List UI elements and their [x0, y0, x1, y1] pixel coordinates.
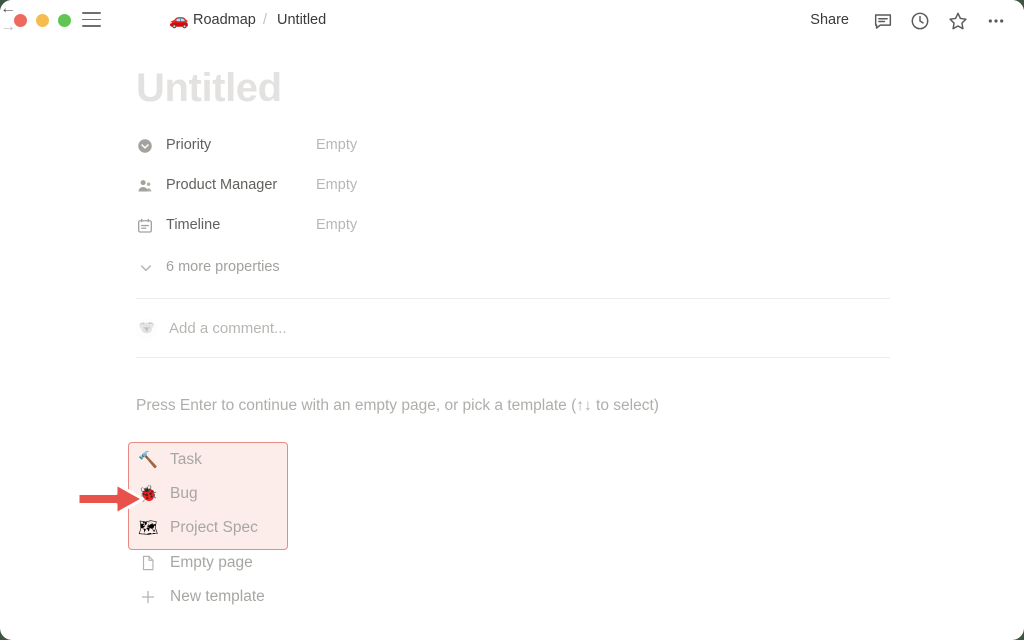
window-maximize-button[interactable]	[58, 14, 71, 27]
clock-history-icon[interactable]	[909, 10, 931, 32]
app-window: ← → 🚗 Roadmap / Untitled Share Untitled …	[0, 0, 1024, 640]
property-value[interactable]: Empty	[316, 137, 357, 153]
breadcrumb-separator: /	[263, 12, 268, 28]
chevron-down-icon	[138, 260, 154, 276]
template-item-label: Bug	[170, 485, 198, 502]
arrow-right-icon[interactable]: →	[0, 18, 1024, 36]
star-icon[interactable]	[947, 10, 969, 32]
person-property-icon	[136, 177, 154, 195]
property-value[interactable]: Empty	[316, 177, 357, 193]
hamburger-menu-icon[interactable]	[82, 12, 101, 28]
window-minimize-button[interactable]	[36, 14, 49, 27]
property-value[interactable]: Empty	[316, 217, 357, 233]
template-hint-text: Press Enter to continue with an empty pa…	[136, 397, 659, 414]
comment-input-placeholder[interactable]: Add a comment...	[169, 320, 287, 337]
comment-bubble-icon[interactable]	[872, 10, 894, 32]
arrow-left-icon[interactable]: ←	[0, 0, 1024, 18]
breadcrumb-page-link[interactable]: Untitled	[277, 12, 326, 28]
date-property-icon	[136, 217, 154, 235]
property-label: Timeline	[166, 217, 221, 233]
template-item-label: New template	[170, 588, 265, 605]
share-button[interactable]: Share	[810, 12, 849, 28]
property-label: Product Manager	[166, 177, 278, 193]
page-title[interactable]: Untitled	[136, 66, 282, 111]
divider-above-comments	[136, 298, 890, 299]
template-item-label: Task	[170, 451, 202, 468]
breadcrumb-database-link[interactable]: Roadmap	[193, 12, 256, 28]
world-map-icon: 🗺	[138, 518, 159, 537]
divider-below-comments	[136, 357, 890, 358]
more-properties-label: 6 more properties	[166, 259, 280, 275]
page-icon	[139, 554, 157, 572]
property-label: Priority	[166, 137, 212, 153]
avatar: 🐨	[136, 318, 158, 340]
plus-icon	[139, 588, 157, 606]
template-item-label: Empty page	[170, 554, 253, 571]
template-item-label: Project Spec	[170, 519, 258, 536]
window-close-button[interactable]	[14, 14, 27, 27]
title-bar: ← → 🚗 Roadmap / Untitled Share	[0, 0, 1024, 42]
ellipsis-icon[interactable]	[985, 10, 1007, 32]
car-icon: 🚗	[169, 10, 189, 29]
red-arrow-right-icon	[76, 481, 146, 517]
hammer-icon: 🔨	[138, 450, 158, 469]
select-property-icon	[136, 137, 154, 155]
